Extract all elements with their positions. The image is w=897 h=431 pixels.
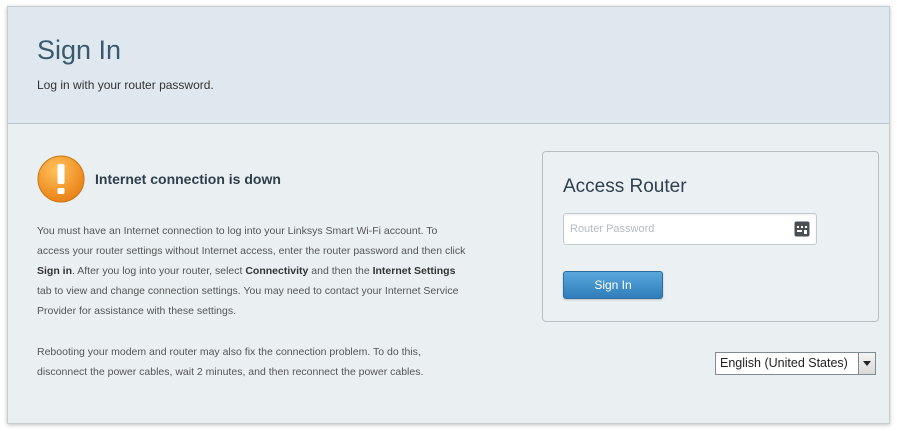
page-title: Sign In [37,35,122,65]
keyboard-key-icon[interactable] [794,221,810,237]
language-selected-value: English (United States) [720,356,848,370]
connection-help-text: You must have an Internet connection to … [37,221,467,321]
password-field-wrapper [563,213,817,245]
router-login-window: Sign In Log in with your router password… [7,6,890,424]
help-text-bold: Internet Settings [372,265,456,277]
page-subtitle: Log in with your router password. [37,78,214,92]
warning-title: Internet connection is down [95,171,281,187]
language-select[interactable]: English (United States) [715,352,876,375]
help-text-part: tab to view and change connection settin… [37,285,459,317]
help-text-part: and then the [308,265,373,277]
warning-exclamation-icon [37,155,85,203]
reboot-help-text: Rebooting your modem and router may also… [37,346,424,378]
access-router-panel: Access Router Sign In [542,151,879,322]
help-text-bold: Sign in [37,265,72,277]
main-content: Internet connection is down You must hav… [8,125,889,423]
panel-title: Access Router [563,176,687,197]
help-text-part: You must have an Internet connection to … [37,225,466,257]
page-header: Sign In Log in with your router password… [8,7,889,124]
help-text-part: . After you log into your router, select [72,265,246,277]
help-text-bold: Connectivity [245,265,309,277]
sign-in-button[interactable]: Sign In [563,271,663,299]
chevron-down-icon[interactable] [858,353,875,374]
router-password-input[interactable] [570,214,788,244]
